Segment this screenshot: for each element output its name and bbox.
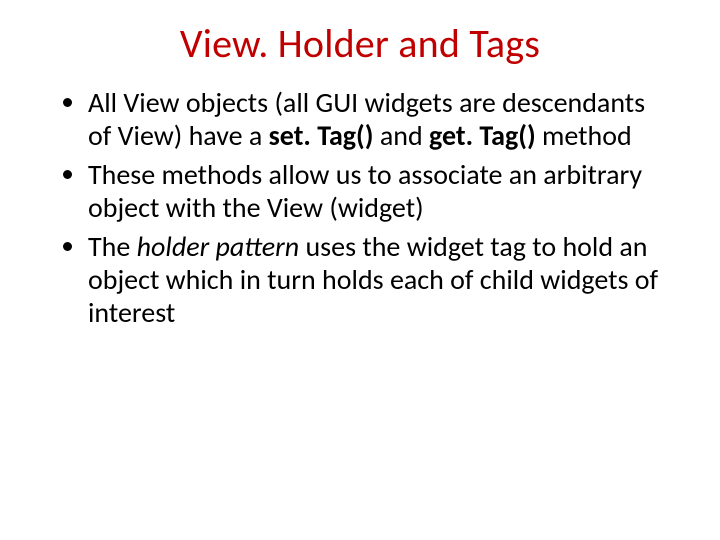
list-item: These methods allow us to associate an a…: [88, 158, 660, 224]
bullet-text: The: [88, 229, 137, 264]
bullet-text: and: [380, 118, 429, 153]
list-item: All View objects (all GUI widgets are de…: [88, 86, 660, 152]
italic-text: holder pattern: [137, 229, 306, 264]
bullet-text: method: [542, 118, 632, 153]
bullet-text: These methods allow us to associate an a…: [88, 157, 642, 225]
bold-text: get. Tag(): [429, 118, 542, 153]
bullet-list: All View objects (all GUI widgets are de…: [60, 86, 660, 329]
slide: View. Holder and Tags All View objects (…: [0, 0, 720, 540]
list-item: The holder pattern uses the widget tag t…: [88, 230, 660, 329]
bold-text: set. Tag(): [269, 118, 380, 153]
slide-title: View. Holder and Tags: [60, 22, 660, 66]
